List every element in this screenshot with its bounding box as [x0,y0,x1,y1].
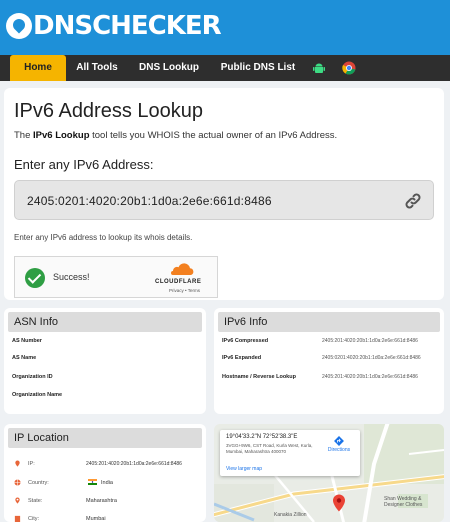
main-nav: Home All Tools DNS Lookup Public DNS Lis… [0,55,450,81]
nav-all-tools[interactable]: All Tools [70,55,124,81]
captcha-widget[interactable]: Success! CLOUDFLARE Privacy • Terms [14,256,218,298]
ipv6-info-card: IPv6 Info IPv6 Compressed 2405:201:4020:… [214,308,444,414]
view-larger-map-link[interactable]: View larger map [226,466,262,472]
map-pin-icon [15,460,20,467]
page-title: IPv6 Address Lookup [14,100,204,122]
nav-home[interactable]: Home [10,55,66,81]
link-icon[interactable] [403,191,423,211]
cloudflare-cloud-icon [171,263,194,275]
ip-location-card: IP Location IP: 2405:201:4020:20b1:1d0a:… [4,424,206,522]
location-icon [15,497,20,504]
globe-pin-icon [6,13,32,39]
map-place-kanakia: Kanakia Zillion [274,512,307,518]
state-value: Maharashtra [86,498,117,504]
directions-label: Directions [327,447,351,453]
android-icon[interactable] [312,61,326,75]
logo-dns-text: DNS [33,11,93,41]
logo-checker-text: CHECKER [92,11,222,41]
ipv6-expanded-label: IPv6 Expanded [222,355,262,361]
privacy-terms-links[interactable]: Privacy • Terms [169,288,200,293]
asn-info-title: ASN Info [8,312,202,332]
location-map[interactable]: 19°04'33.2"N 72°52'38.3"E 3VGG+9W6, CST … [214,424,444,522]
hostname-label: Hostname / Reverse Lookup [222,374,296,380]
ip-input-label: Enter any IPv6 Address: [14,157,154,172]
city-value: Mumbai [86,516,106,522]
ipv6-expanded-value: 2405:0201:4020:20b1:1d0a:2e6e:661d:8486 [322,355,421,361]
nav-public-dns-list[interactable]: Public DNS List [216,55,300,81]
ipv6-compressed-value: 2405:201:4020:20b1:1d0a:2e6e:661d:8486 [322,338,418,344]
country-value: India [101,480,113,486]
directions-icon [334,436,344,446]
state-label: State: [28,498,43,504]
dnschecker-logo[interactable]: DNS CHECKER [6,5,222,47]
success-check-icon [25,268,45,288]
organization-id-label: Organization ID [12,374,53,380]
building-icon [14,515,21,522]
map-info-popup: 19°04'33.2"N 72°52'38.3"E 3VGG+9W6, CST … [220,430,360,476]
city-label: City: [28,516,39,522]
chrome-icon[interactable] [342,61,356,75]
map-marker-icon[interactable] [332,494,346,512]
ipv6-info-title: IPv6 Info [218,312,440,332]
nav-dns-lookup[interactable]: DNS Lookup [134,55,204,81]
map-place-shan-wedding: Shan Wedding & Designer Clothes [384,496,423,508]
map-coordinates: 19°04'33.2"N 72°52'38.3"E [226,434,298,440]
intro-text: The IPv6 Lookup tool tells you WHOIS the… [14,130,338,141]
site-header: DNS CHECKER [0,0,450,55]
ipv6-address-input[interactable]: 2405:0201:4020:20b1:1d0a:2e6e:661d:8486 [14,180,434,220]
ipv6-input-value[interactable]: 2405:0201:4020:20b1:1d0a:2e6e:661d:8486 [27,194,272,208]
globe-icon [14,479,21,486]
country-label: Country: [28,480,49,486]
directions-button[interactable]: Directions [324,436,354,453]
asn-name-label: AS Name [12,355,37,361]
asn-info-card: ASN Info AS Number AS Name Organization … [4,308,206,414]
hostname-value: 2405:201:4020:20b1:1d0a:2e6e:661d:8486 [322,374,418,380]
asn-number-label: AS Number [12,338,42,344]
ip-label: IP: [28,461,35,467]
india-flag-icon [88,479,97,485]
ipv6-compressed-label: IPv6 Compressed [222,338,269,344]
map-address: 3VGG+9W6, CST Road, Kurla West, Kurla, M… [226,443,313,454]
ip-location-title: IP Location [8,428,202,448]
input-hint: Enter any IPv6 address to lookup its who… [14,233,193,242]
organization-name-label: Organization Name [12,392,63,398]
ip-value: 2405:201:4020:20b1:1d0a:2e6e:661d:8486 [86,461,182,467]
captcha-status: Success! [53,272,90,282]
cloudflare-brand: CLOUDFLARE [155,279,202,285]
